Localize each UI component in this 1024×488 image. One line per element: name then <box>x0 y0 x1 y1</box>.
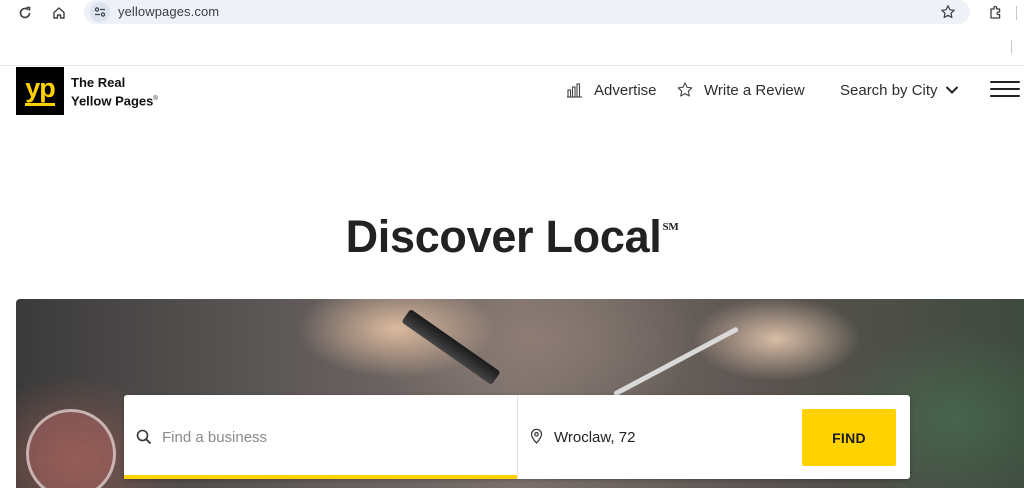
business-search-input[interactable] <box>162 425 502 449</box>
search-by-city-label: Search by City <box>840 81 938 99</box>
logo-underline <box>25 103 55 106</box>
business-search-field[interactable] <box>124 395 517 479</box>
registered-mark: ® <box>153 96 158 102</box>
advertise-label: Advertise <box>594 81 657 99</box>
url-text[interactable]: yellowpages.com <box>118 4 219 19</box>
location-input[interactable] <box>554 425 784 449</box>
browser-toolbar: yellowpages.com <box>0 0 1024 26</box>
star-outline-icon <box>676 81 694 99</box>
chevron-down-icon <box>945 85 959 95</box>
puzzle-icon[interactable] <box>985 2 1007 24</box>
menu-line <box>990 95 1020 97</box>
brand-line-2-text: Yellow Pages <box>71 93 154 109</box>
toolbar-divider <box>1011 40 1012 54</box>
brand-line-2: Yellow Pages® <box>71 91 158 109</box>
search-icon <box>136 429 152 450</box>
menu-line <box>990 88 1020 90</box>
write-review-label: Write a Review <box>704 81 805 99</box>
yp-logo[interactable]: yp <box>16 67 64 115</box>
menu-icon[interactable] <box>990 81 1020 97</box>
service-mark: SM <box>662 221 679 233</box>
hero-title-text: Discover Local <box>345 211 662 262</box>
star-icon[interactable] <box>938 2 958 22</box>
toolbar-divider <box>1016 6 1017 20</box>
logo-text: yp <box>25 73 55 103</box>
bar-chart-icon <box>566 82 584 98</box>
search-by-city-dropdown[interactable]: Search by City <box>840 80 959 100</box>
location-pin-icon <box>530 428 543 449</box>
reload-icon[interactable] <box>14 2 36 24</box>
location-field[interactable] <box>518 395 798 479</box>
page-top-border <box>0 65 1024 66</box>
advertise-link[interactable]: Advertise <box>566 80 657 100</box>
hero-title: Discover LocalSM <box>0 211 1024 263</box>
find-button[interactable]: FIND <box>802 409 896 466</box>
home-icon[interactable] <box>48 2 70 24</box>
search-form: FIND <box>124 395 910 479</box>
fork-graphic <box>613 326 739 397</box>
site-settings-icon[interactable] <box>90 2 110 22</box>
write-review-link[interactable]: Write a Review <box>676 80 805 100</box>
address-bar[interactable]: yellowpages.com <box>84 0 970 24</box>
knife-graphic <box>401 308 501 386</box>
menu-line <box>990 81 1020 83</box>
brand-line-1: The Real <box>71 75 126 90</box>
brand-name[interactable]: The Real Yellow Pages® <box>71 74 158 109</box>
glass-graphic <box>26 409 116 488</box>
